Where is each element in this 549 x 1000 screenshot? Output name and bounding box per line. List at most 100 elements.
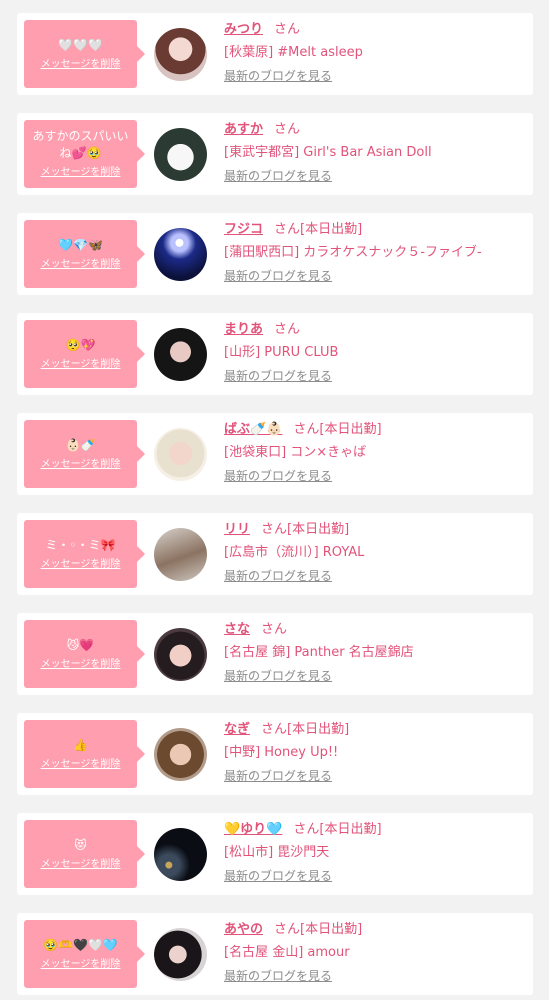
sender-info: みつり さん [秋葉原] #Melt asleep 最新のブログを見る (224, 20, 524, 85)
honorific: さん (261, 622, 288, 637)
name-line: なぎ さん[本日出勤] (224, 720, 524, 740)
sender-name-link[interactable]: あすか (224, 122, 263, 137)
avatar[interactable] (154, 128, 207, 181)
sender-info: さな さん [名古屋 錦] Panther 名古屋錦店 最新のブログを見る (224, 620, 524, 685)
delete-message-link[interactable]: メッセージを削除 (41, 166, 121, 180)
latest-blog-link[interactable]: 最新のブログを見る (224, 367, 524, 385)
message-text: 😼💗 (66, 637, 95, 652)
avatar[interactable] (154, 728, 207, 781)
honorific: さん (261, 722, 288, 737)
latest-blog-link[interactable]: 最新のブログを見る (224, 267, 524, 285)
delete-message-link[interactable]: メッセージを削除 (41, 758, 121, 772)
delete-message-link[interactable]: メッセージを削除 (41, 858, 121, 872)
message-text: 👶🏻🍼 (65, 437, 96, 452)
sender-name-link[interactable]: フジコ (224, 222, 263, 237)
shop-name: [広島市（流川）] ROYAL (224, 545, 365, 560)
latest-blog-link[interactable]: 最新のブログを見る (224, 167, 524, 185)
delete-message-link[interactable]: メッセージを削除 (41, 358, 121, 372)
delete-message-link[interactable]: メッセージを削除 (41, 58, 121, 72)
message-card: 🥹🫶🖤🤍🩵 メッセージを削除 あやの さん[本日出勤] [名古屋 金山] amou… (17, 913, 533, 995)
name-line: あやの さん[本日出勤] (224, 920, 524, 940)
latest-blog-link[interactable]: 最新のブログを見る (224, 567, 524, 585)
sender-name-link[interactable]: ばぶ🍼👶🏻 (224, 422, 282, 437)
sender-info: 💛ゆり🩵 さん[本日出勤] [松山市] 毘沙門天 最新のブログを見る (224, 820, 524, 885)
status-badge: [本日出勤] (287, 522, 350, 537)
message-card: 🩵💎🦋 メッセージを削除 フジコ さん[本日出勤] [蒲田駅西口] カラオケスナッ… (17, 213, 533, 295)
latest-blog-link[interactable]: 最新のブログを見る (224, 967, 524, 985)
sender-info: あすか さん [東武宇都宮] Girl's Bar Asian Doll 最新のブ… (224, 120, 524, 185)
sender-name-link[interactable]: あやの (224, 922, 263, 937)
sender-name-link[interactable]: なぎ (224, 722, 250, 737)
shop-name: [松山市] 毘沙門天 (224, 845, 330, 860)
message-text: 😻 (74, 837, 87, 852)
latest-blog-link[interactable]: 最新のブログを見る (224, 867, 524, 885)
name-line: リリ さん[本日出勤] (224, 520, 524, 540)
honorific: さん (293, 822, 320, 837)
message-card: 👍 メッセージを削除 なぎ さん[本日出勤] [中野] Honey Up!! 最新… (17, 713, 533, 795)
name-line: まりあ さん (224, 320, 524, 340)
avatar[interactable] (154, 28, 207, 81)
shop-name: [蒲田駅西口] カラオケスナック５-ファイブ- (224, 245, 482, 260)
avatar[interactable] (154, 828, 207, 881)
delete-message-link[interactable]: メッセージを削除 (41, 458, 121, 472)
name-line: フジコ さん[本日出勤] (224, 220, 524, 240)
message-text: あすかのスパいいね💕🥹 (32, 129, 129, 160)
message-text: ミ・◦・ミ🎀 (45, 537, 116, 552)
honorific: さん (274, 122, 301, 137)
shop-name: [名古屋 金山] amour (224, 945, 350, 960)
sender-name-link[interactable]: 💛ゆり🩵 (224, 822, 282, 837)
name-line: みつり さん (224, 20, 524, 40)
delete-message-link[interactable]: メッセージを削除 (41, 558, 121, 572)
avatar[interactable] (154, 628, 207, 681)
status-badge: [本日出勤] (319, 822, 382, 837)
name-line: 💛ゆり🩵 さん[本日出勤] (224, 820, 524, 840)
sender-info: ばぶ🍼👶🏻 さん[本日出勤] [池袋東口] コン×きゃば 最新のブログを見る (224, 420, 524, 485)
latest-blog-link[interactable]: 最新のブログを見る (224, 667, 524, 685)
latest-blog-link[interactable]: 最新のブログを見る (224, 67, 524, 85)
message-list: 🤍🤍🤍 メッセージを削除 みつり さん [秋葉原] #Melt asleep 最新… (0, 0, 549, 1000)
avatar[interactable] (154, 528, 207, 581)
message-text: 🤍🤍🤍 (58, 37, 103, 52)
sender-name-link[interactable]: さな (224, 622, 250, 637)
message-text: 🩵💎🦋 (58, 237, 103, 252)
message-text: 🥹🫶🖤🤍🩵 (43, 937, 118, 952)
shop-name: [池袋東口] コン×きゃば (224, 445, 367, 460)
delete-message-link[interactable]: メッセージを削除 (41, 658, 121, 672)
sender-info: あやの さん[本日出勤] [名古屋 金山] amour 最新のブログを見る (224, 920, 524, 985)
delete-message-link[interactable]: メッセージを削除 (41, 258, 121, 272)
message-bubble: 😻 メッセージを削除 (24, 820, 145, 888)
avatar[interactable] (154, 428, 207, 481)
sender-name-link[interactable]: みつり (224, 22, 263, 37)
honorific: さん (261, 522, 288, 537)
name-line: ばぶ🍼👶🏻 さん[本日出勤] (224, 420, 524, 440)
shop-name: [名古屋 錦] Panther 名古屋錦店 (224, 645, 414, 660)
message-text: 🥺💖 (65, 337, 96, 352)
status-badge: [本日出勤] (319, 422, 382, 437)
avatar[interactable] (154, 228, 207, 281)
latest-blog-link[interactable]: 最新のブログを見る (224, 467, 524, 485)
name-line: あすか さん (224, 120, 524, 140)
shop-name: [山形] PURU CLUB (224, 345, 339, 360)
message-bubble: 🤍🤍🤍 メッセージを削除 (24, 20, 145, 88)
shop-name: [秋葉原] #Melt asleep (224, 45, 363, 60)
message-bubble: 👶🏻🍼 メッセージを削除 (24, 420, 145, 488)
honorific: さん (274, 222, 301, 237)
message-card: 😻 メッセージを削除 💛ゆり🩵 さん[本日出勤] [松山市] 毘沙門天 最新のブロ… (17, 813, 533, 895)
latest-blog-link[interactable]: 最新のブログを見る (224, 767, 524, 785)
shop-name: [中野] Honey Up!! (224, 745, 339, 760)
avatar[interactable] (154, 928, 207, 981)
sender-name-link[interactable]: リリ (224, 522, 250, 537)
message-bubble: ミ・◦・ミ🎀 メッセージを削除 (24, 520, 145, 588)
message-card: 😼💗 メッセージを削除 さな さん [名古屋 錦] Panther 名古屋錦店 最… (17, 613, 533, 695)
sender-name-link[interactable]: まりあ (224, 322, 263, 337)
sender-info: まりあ さん [山形] PURU CLUB 最新のブログを見る (224, 320, 524, 385)
message-card: 👶🏻🍼 メッセージを削除 ばぶ🍼👶🏻 さん[本日出勤] [池袋東口] コン×きゃば… (17, 413, 533, 495)
message-bubble: 🥹🫶🖤🤍🩵 メッセージを削除 (24, 920, 145, 988)
message-bubble: 😼💗 メッセージを削除 (24, 620, 145, 688)
message-card: 🥺💖 メッセージを削除 まりあ さん [山形] PURU CLUB 最新のブログを… (17, 313, 533, 395)
delete-message-link[interactable]: メッセージを削除 (41, 958, 121, 972)
avatar[interactable] (154, 328, 207, 381)
message-card: 🤍🤍🤍 メッセージを削除 みつり さん [秋葉原] #Melt asleep 最新… (17, 13, 533, 95)
sender-info: リリ さん[本日出勤] [広島市（流川）] ROYAL 最新のブログを見る (224, 520, 524, 585)
honorific: さん (274, 922, 301, 937)
